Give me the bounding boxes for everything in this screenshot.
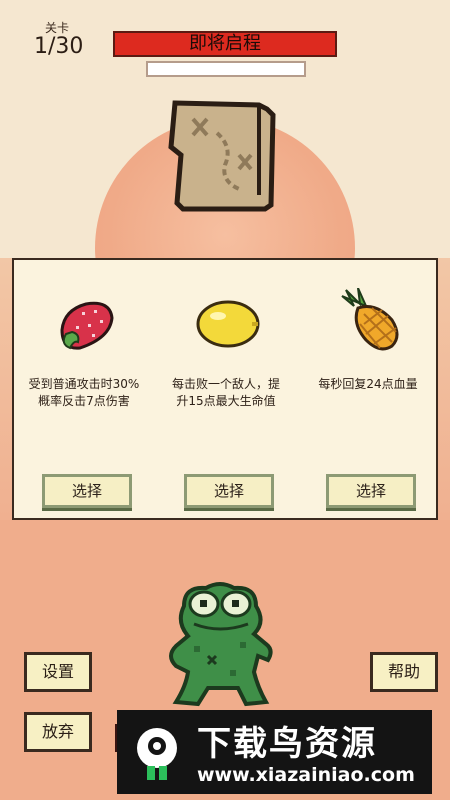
lemon-icon <box>196 300 260 348</box>
card-description: 受到普通攻击时30%概率反击7点伤害 <box>28 377 140 408</box>
select-button[interactable]: 选择 <box>42 474 132 511</box>
watermark-title: 下载鸟资源 <box>197 724 377 764</box>
progress-bar <box>146 61 306 77</box>
strawberry-icon <box>60 301 114 350</box>
settings-button[interactable]: 设置 <box>24 652 92 692</box>
card-description: 每秒回复24点血量 <box>318 377 418 391</box>
level-counter: 1/30 <box>34 34 84 59</box>
stage-title-banner: 即将启程 <box>113 31 337 57</box>
choice-panel: 受到普通攻击时30%概率反击7点伤害 选择 每击败一个敌人，提升15点最大生命值… <box>12 258 438 520</box>
frog-character <box>169 582 273 707</box>
choice-card: 受到普通攻击时30%概率反击7点伤害 选择 <box>14 260 154 520</box>
help-button[interactable]: 帮助 <box>370 652 438 692</box>
give-up-button[interactable]: 放弃 <box>24 712 92 752</box>
watermark-url: www.xiazainiao.com <box>197 764 415 786</box>
choice-card: 每秒回复24点血量 选择 <box>298 260 438 520</box>
card-description: 每击败一个敌人，提升15点最大生命值 <box>171 377 280 408</box>
bird-logo-icon <box>137 728 177 780</box>
map-scroll-icon <box>168 100 276 212</box>
select-button[interactable]: 选择 <box>184 474 274 511</box>
choice-card: 每击败一个敌人，提升15点最大生命值 选择 <box>156 260 296 520</box>
select-button[interactable]: 选择 <box>326 474 416 511</box>
watermark-banner: 下载鸟资源 www.xiazainiao.com <box>117 710 432 794</box>
pineapple-icon <box>341 288 399 351</box>
